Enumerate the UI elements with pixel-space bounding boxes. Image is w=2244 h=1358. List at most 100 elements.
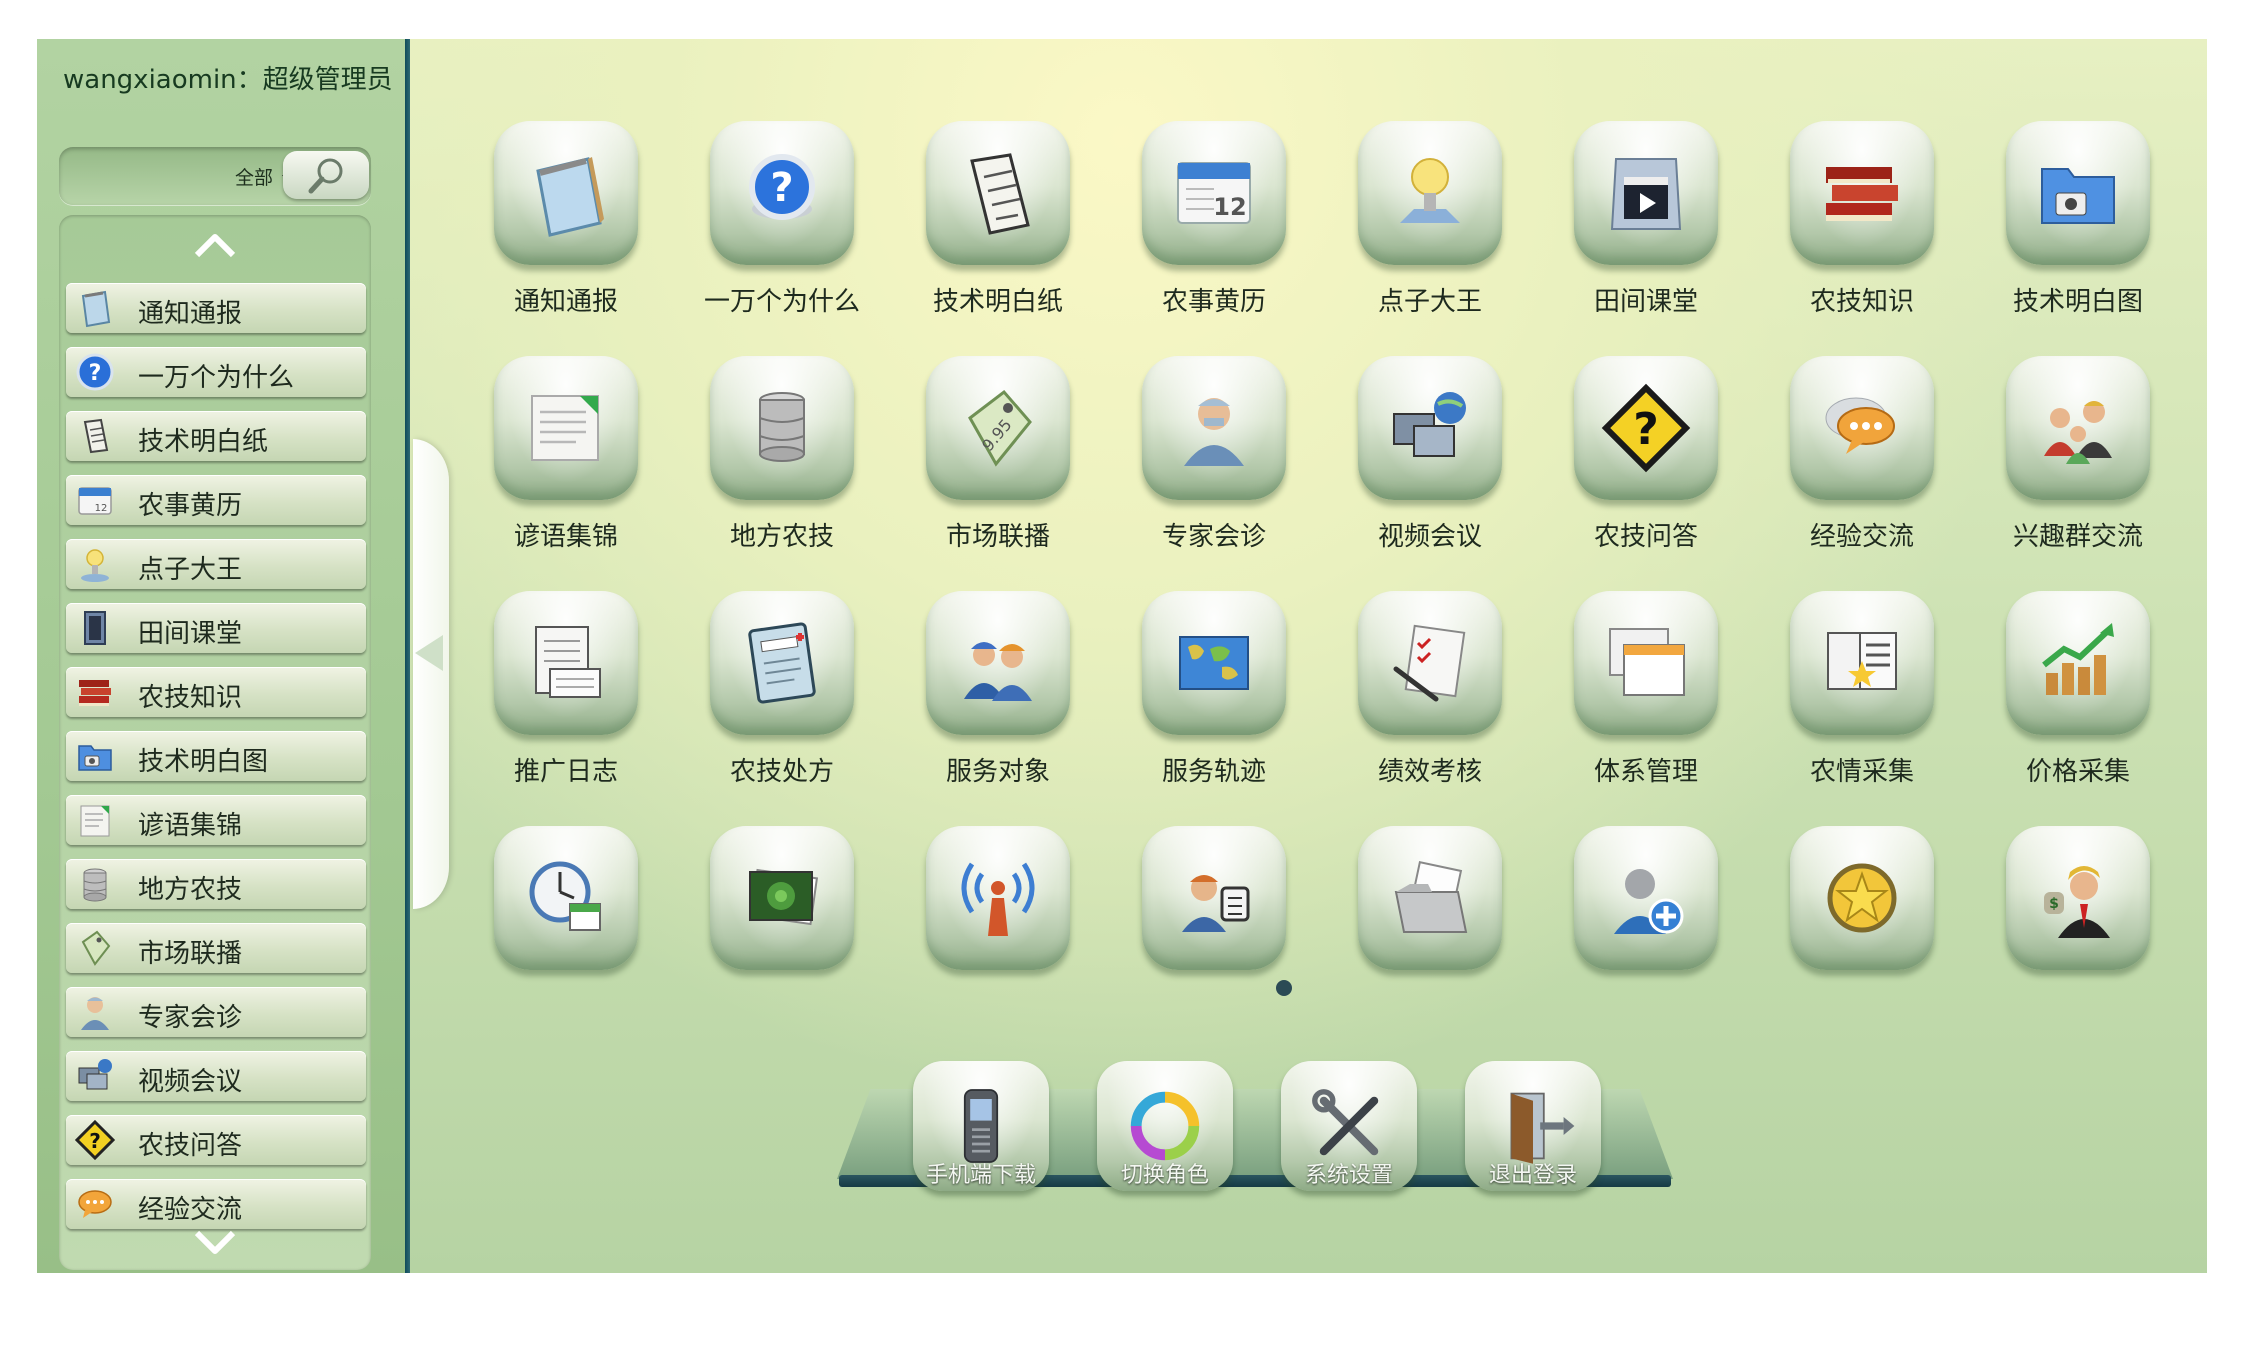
sidebar-item-video-meeting[interactable]: 视频会议 bbox=[66, 1051, 366, 1101]
tile-icon-box: ? bbox=[710, 121, 854, 265]
sidebar-item-tech-image[interactable]: 技术明白图 bbox=[66, 731, 366, 781]
app-tile-promotion-log[interactable]: 推广日志 bbox=[467, 591, 657, 791]
sidebar-item-market[interactable]: 市场联播 bbox=[66, 923, 366, 973]
app-tile-tech-paper[interactable]: 技术明白纸 bbox=[899, 121, 1089, 321]
workers-icon bbox=[964, 642, 1032, 701]
app-tile-farm-info[interactable]: 农情采集 bbox=[1763, 591, 1953, 791]
scroll-up-button[interactable] bbox=[179, 225, 251, 265]
sidebar-item-knowledge[interactable]: 农技知识 bbox=[66, 667, 366, 717]
dock-item-settings[interactable]: 系统设置 bbox=[1279, 1061, 1419, 1241]
app-tile-add-user[interactable] bbox=[1547, 826, 1737, 1026]
app-tile-field-class[interactable]: 田间课堂 bbox=[1547, 121, 1737, 321]
app-tile-photo-album[interactable] bbox=[683, 826, 873, 1026]
app-tile-notice[interactable]: 通知通报 bbox=[467, 121, 657, 321]
database-icon bbox=[74, 863, 116, 905]
app-tile-service-track[interactable]: 服务轨迹 bbox=[1115, 591, 1305, 791]
tile-icon-box bbox=[1574, 826, 1718, 970]
page-indicator-dot[interactable] bbox=[1276, 980, 1292, 996]
network-icon bbox=[1393, 392, 1466, 457]
sidebar-item-proverbs[interactable]: 谚语集锦 bbox=[66, 795, 366, 845]
app-tile-qa[interactable]: ? 农技问答 bbox=[1547, 356, 1737, 556]
sidebar-item-idea-king[interactable]: 点子大王 bbox=[66, 539, 366, 589]
tile-icon-box bbox=[926, 591, 1070, 735]
network-icon bbox=[74, 1055, 116, 1097]
sidebar-item-tech-paper[interactable]: 技术明白纸 bbox=[66, 411, 366, 461]
search-button[interactable] bbox=[283, 151, 369, 199]
scroll-icon bbox=[74, 415, 116, 457]
chart-growth-icon bbox=[2042, 623, 2114, 695]
lightbulb-icon bbox=[1400, 158, 1460, 223]
sidebar-item-exchange[interactable]: 经验交流 bbox=[66, 1179, 366, 1229]
app-tile-local-tech[interactable]: 地方农技 bbox=[683, 356, 873, 556]
dock-item-logout[interactable]: 退出登录 bbox=[1463, 1061, 1603, 1241]
tile-label: 技术明白纸 bbox=[932, 287, 1063, 317]
tile-icon-box bbox=[926, 826, 1070, 970]
app-tile-interest-group[interactable]: 兴趣群交流 bbox=[1979, 356, 2169, 556]
app-tile-finance[interactable]: $ bbox=[1979, 826, 2169, 1026]
app-tile-service-target[interactable]: 服务对象 bbox=[899, 591, 1089, 791]
app-tile-tech-image[interactable]: 技术明白图 bbox=[1979, 121, 2169, 321]
tile-icon-box bbox=[494, 826, 638, 970]
app-tile-system-manage[interactable]: 体系管理 bbox=[1547, 591, 1737, 791]
sidebar-item-qa[interactable]: ? 农技问答 bbox=[66, 1115, 366, 1165]
app-tile-prescription[interactable]: 农技处方 bbox=[683, 591, 873, 791]
sidebar-item-local-tech[interactable]: 地方农技 bbox=[66, 859, 366, 909]
scroll-down-button[interactable] bbox=[179, 1223, 251, 1263]
app-tile-why[interactable]: ? 一万个为什么 bbox=[683, 121, 873, 321]
tile-icon-box bbox=[710, 826, 854, 970]
svg-text:?: ? bbox=[89, 1129, 101, 1153]
dock-item-switch-role[interactable]: 切换角色 bbox=[1095, 1061, 1235, 1241]
chat-bubble-icon bbox=[1825, 397, 1895, 454]
tile-label: 价格采集 bbox=[2025, 757, 2130, 787]
app-tile-favorites[interactable] bbox=[1763, 826, 1953, 1026]
app-tile-schedule[interactable] bbox=[467, 826, 657, 1026]
svg-text:?: ? bbox=[1633, 404, 1659, 455]
dock-item-mobile-download[interactable]: 手机端下载 bbox=[911, 1061, 1051, 1241]
app-tile-user-card[interactable] bbox=[1115, 826, 1305, 1026]
app-tile-price-collect[interactable]: 价格采集 bbox=[1979, 591, 2169, 791]
svg-text:?: ? bbox=[89, 361, 102, 386]
app-tile-proverbs[interactable]: 谚语集锦 bbox=[467, 356, 657, 556]
app-tile-farm-calendar[interactable]: 12 农事黄历 bbox=[1115, 121, 1305, 321]
tile-icon-box bbox=[2006, 591, 2150, 735]
tile-icon-box: 9.95 bbox=[926, 356, 1070, 500]
sidebar-item-farm-calendar[interactable]: 12 农事黄历 bbox=[66, 475, 366, 525]
sidebar-item-label: 地方农技 bbox=[138, 875, 243, 905]
notepad-icon bbox=[74, 287, 116, 329]
tile-icon-box bbox=[1574, 121, 1718, 265]
app-tile-video-meeting[interactable]: 视频会议 bbox=[1331, 356, 1521, 556]
tile-label: 地方农技 bbox=[729, 522, 834, 552]
sidebar-item-field-class[interactable]: 田间课堂 bbox=[66, 603, 366, 653]
app-tile-files[interactable] bbox=[1331, 826, 1521, 1026]
folder-files-icon bbox=[1394, 861, 1468, 933]
app-tile-expert[interactable]: 专家会诊 bbox=[1115, 356, 1305, 556]
tile-icon-box bbox=[1142, 356, 1286, 500]
collapse-sidebar-tab[interactable] bbox=[413, 439, 449, 909]
sidebar-item-expert[interactable]: 专家会诊 bbox=[66, 987, 366, 1037]
app-tile-market[interactable]: 9.95 市场联播 bbox=[899, 356, 1089, 556]
sidebar-item-label: 谚语集锦 bbox=[138, 811, 243, 841]
tile-icon-box bbox=[494, 356, 638, 500]
app-tile-idea-king[interactable]: 点子大王 bbox=[1331, 121, 1521, 321]
svg-text:?: ? bbox=[770, 165, 793, 211]
sidebar-item-label: 通知通报 bbox=[138, 299, 243, 329]
app-tile-performance[interactable]: 绩效考核 bbox=[1331, 591, 1521, 791]
tile-icon-box bbox=[1574, 591, 1718, 735]
tile-icon-box bbox=[1142, 591, 1286, 735]
sidebar-item-notice[interactable]: 通知通报 bbox=[66, 283, 366, 333]
price-tag-icon bbox=[74, 927, 116, 969]
sidebar-item-label: 农技知识 bbox=[138, 683, 243, 713]
calendar-icon: 12 bbox=[1177, 162, 1251, 224]
tile-icon-box bbox=[1142, 826, 1286, 970]
log-book-icon bbox=[535, 626, 601, 698]
tile-label: 视频会议 bbox=[1377, 522, 1482, 552]
question-icon: ? bbox=[74, 351, 116, 393]
app-tile-knowledge[interactable]: 农技知识 bbox=[1763, 121, 1953, 321]
sidebar-item-why[interactable]: ? 一万个为什么 bbox=[66, 347, 366, 397]
add-user-icon bbox=[1614, 869, 1684, 934]
app-tile-broadcast[interactable] bbox=[899, 826, 1089, 1026]
nav-list: 通知通报 ? 一万个为什么 技术明白纸 12 农事黄历 点子大王 田间课堂 农技… bbox=[66, 283, 366, 1243]
tile-icon-box bbox=[710, 591, 854, 735]
tile-icon-box bbox=[1358, 591, 1502, 735]
app-tile-exchange[interactable]: 经验交流 bbox=[1763, 356, 1953, 556]
